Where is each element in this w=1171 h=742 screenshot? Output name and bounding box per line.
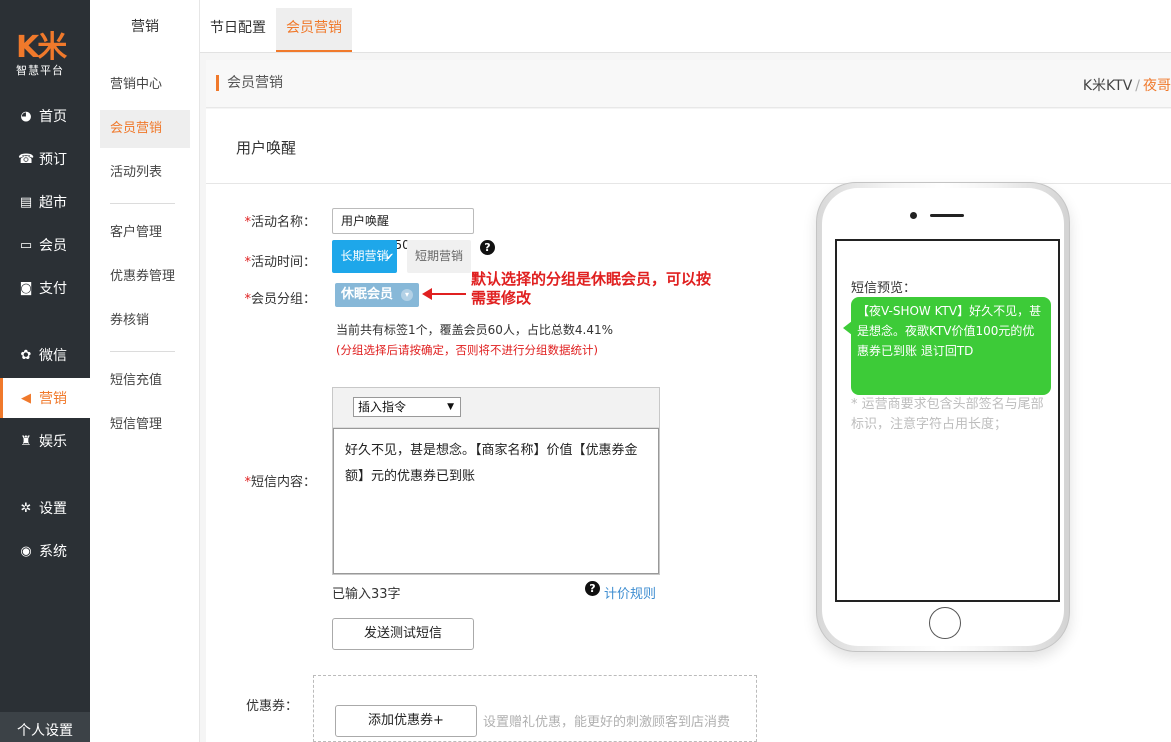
arrow-icon [422, 288, 466, 300]
member-group-label: *会员分组： [244, 292, 316, 307]
nav-item-label: 娱乐 [39, 434, 67, 450]
sub-nav: 营销 营销中心 会员营销 活动列表 客户管理 优惠券管理 券核销 短信充值 短信… [90, 0, 200, 742]
annotation: 默认选择的分组是休眠会员，可以按需要修改 [471, 270, 712, 307]
wechat-icon: ✿ [20, 347, 32, 363]
help-icon[interactable]: ? [585, 581, 600, 596]
booking-icon: ☎ [18, 151, 35, 167]
subnav-item-coupons[interactable]: 优惠券管理 [100, 258, 190, 296]
subnav-item-marketing-center[interactable]: 营销中心 [100, 66, 190, 104]
sms-content-label: *短信内容： [244, 475, 316, 490]
check-icon: ✔ [385, 252, 394, 263]
top-tabs: 节日配置 会员营销 [200, 0, 1171, 53]
nav-item-home[interactable]: ◕ 首页 [0, 96, 90, 136]
dashboard-icon: ◕ [20, 108, 32, 124]
chevron-down-icon: ▾ [401, 289, 413, 301]
sms-toolbar: 插入指令 ▼ [333, 388, 659, 428]
speaker-icon [930, 214, 964, 217]
breadcrumb: 会员营销 K米KTV / 夜哥 [206, 60, 1171, 108]
add-coupon-button[interactable]: 添加优惠券+ [335, 705, 477, 737]
pricing-rules-link[interactable]: 计价规则 [604, 583, 656, 602]
tab-holiday-config[interactable]: 节日配置 [200, 8, 276, 52]
nav-item-entertainment[interactable]: ♜ 娱乐 [0, 421, 90, 461]
page-title: 用户唤醒 [236, 139, 297, 157]
nav-item-label: 微信 [39, 348, 67, 364]
camera-icon [910, 212, 917, 219]
logo-text: 智慧平台 [16, 64, 64, 77]
entertainment-icon: ♜ [20, 433, 32, 449]
subnav-item-sms-manage[interactable]: 短信管理 [100, 406, 190, 444]
chevron-down-icon: ▼ [447, 402, 454, 412]
logo[interactable]: K米 智慧平台 [0, 0, 90, 90]
subnav-item-sms-recharge[interactable]: 短信充值 [100, 362, 190, 400]
system-icon: ◉ [20, 543, 32, 559]
group-warning: (分组选择后请按确定，否则将不进行分组数据统计) [336, 343, 598, 357]
nav-item-label: 超市 [39, 195, 67, 211]
breadcrumb-sep: / [1135, 78, 1140, 94]
short-term-button[interactable]: 短期营销 [407, 240, 471, 273]
member-card-icon: ▭ [19, 237, 33, 253]
home-button-icon [929, 607, 961, 639]
sms-editor: 插入指令 ▼ 好久不见，甚是想念。【商家名称】价值【优惠券金额】元的优惠券已到账 [332, 387, 660, 575]
insert-command-select[interactable]: 插入指令 ▼ [353, 397, 461, 417]
personal-settings-button[interactable]: 个人设置 [0, 712, 90, 742]
nav-item-label: 预订 [39, 152, 67, 168]
send-test-sms-button[interactable]: 发送测试短信 [332, 618, 474, 650]
payment-icon: ◙ [19, 280, 33, 296]
nav-item-system[interactable]: ◉ 系统 [0, 531, 90, 571]
activity-name-label: *活动名称： [244, 215, 316, 230]
breadcrumb-store[interactable]: K米KTV [1083, 78, 1132, 94]
help-icon[interactable]: ? [480, 240, 495, 255]
char-count: 已输入33字 [332, 587, 401, 602]
phone-body: 短信预览： 【夜V-SHOW KTV】好久不见，甚是想念。夜歌KTV价值100元… [822, 188, 1064, 646]
subnav-item-activity-list[interactable]: 活动列表 [100, 154, 190, 192]
nav-item-marketing[interactable]: ◀ 营销 [0, 378, 90, 418]
subnav-title: 营销 [131, 19, 159, 35]
nav-item-label: 系统 [39, 544, 67, 560]
activity-name-input[interactable]: 用户唤醒2019030501 [332, 208, 474, 252]
member-group-select[interactable]: 休眠会员 ▾ [335, 283, 419, 307]
nav-item-label: 会员 [39, 238, 67, 254]
group-info: 当前共有标签1个，覆盖会员60人，占比总数4.41% [336, 323, 614, 337]
subnav-divider [110, 351, 175, 352]
nav-item-settings[interactable]: ✲ 设置 [0, 488, 90, 528]
megaphone-icon: ◀ [21, 390, 31, 406]
nav-item-shop[interactable]: ▤ 超市 [0, 182, 90, 222]
breadcrumb-title: 会员营销 [216, 75, 283, 91]
activity-time-label: *活动时间： [244, 255, 316, 270]
nav-item-label: 设置 [39, 501, 67, 517]
nav-item-wechat[interactable]: ✿ 微信 [0, 335, 90, 375]
nav-item-member[interactable]: ▭ 会员 [0, 225, 90, 265]
preview-label: 短信预览： [851, 281, 917, 296]
nav-item-label: 营销 [39, 391, 67, 407]
breadcrumb-current: 夜哥 [1143, 78, 1171, 94]
phone-preview: 短信预览： 【夜V-SHOW KTV】好久不见，甚是想念。夜歌KTV价值100元… [816, 182, 1070, 652]
sms-bubble: 【夜V-SHOW KTV】好久不见，甚是想念。夜歌KTV价值100元的优惠券已到… [851, 297, 1051, 395]
nav-item-booking[interactable]: ☎ 预订 [0, 139, 90, 179]
nav-item-payment[interactable]: ◙ 支付 [0, 268, 90, 308]
tab-member-marketing[interactable]: 会员营销 [276, 8, 352, 52]
coupon-hint: 设置赠礼优惠，能更好的刺激顾客到店消费 [483, 715, 731, 730]
nav-item-label: 首页 [39, 109, 67, 125]
logo-mark: K米 [16, 30, 67, 65]
subnav-divider [110, 203, 175, 204]
subnav-item-customers[interactable]: 客户管理 [100, 214, 190, 252]
long-term-button[interactable]: 长期营销 ✔ [332, 240, 397, 273]
preview-note: * 运营商要求包含头部签名与尾部标识，注意字符占用长度； [851, 397, 1044, 432]
subnav-item-coupon-verify[interactable]: 券核销 [100, 302, 190, 340]
sms-text: 好久不见，甚是想念。【商家名称】价值【优惠券金额】元的优惠券已到账 [345, 443, 638, 484]
main-nav: K米 智慧平台 ◕ 首页 ☎ 预订 ▤ 超市 ▭ 会员 ◙ 支付 ✿ 微信 ◀ 营销 ♜ 娱乐 … [0, 0, 90, 742]
breadcrumb-path: K米KTV / 夜哥 [1083, 75, 1171, 95]
settings-icon: ✲ [20, 500, 32, 516]
coupon-label: 优惠券： [245, 699, 298, 714]
nav-item-label: 支付 [39, 281, 67, 297]
shop-icon: ▤ [19, 194, 33, 210]
phone-screen: 短信预览： 【夜V-SHOW KTV】好久不见，甚是想念。夜歌KTV价值100元… [835, 239, 1060, 602]
subnav-item-member-marketing[interactable]: 会员营销 [100, 110, 190, 148]
